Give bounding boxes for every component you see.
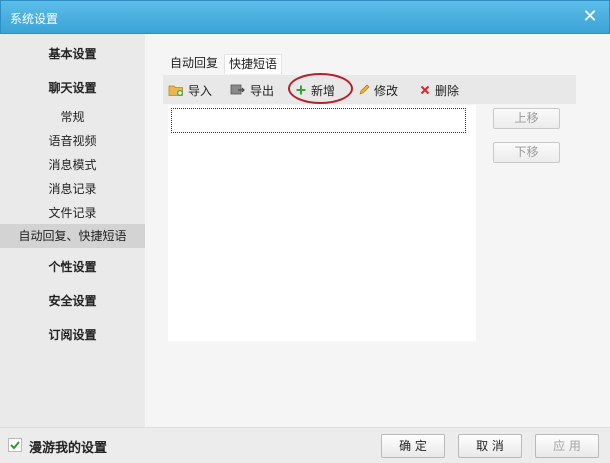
sidebar-item-general[interactable]: 常规 [0, 108, 145, 125]
sidebar-item-file-history[interactable]: 文件记录 [0, 204, 145, 221]
pencil-icon [358, 84, 370, 96]
edit-label: 修改 [374, 83, 399, 98]
checkmark-icon [10, 441, 20, 450]
sidebar-item-security[interactable]: 安全设置 [0, 292, 145, 309]
export-label: 导出 [250, 83, 275, 98]
sidebar-item-auto-reply[interactable]: 自动回复、快捷短语 [0, 224, 145, 248]
sidebar-item-chat[interactable]: 聊天设置 [0, 79, 145, 96]
add-button[interactable]: 新增 [295, 81, 335, 99]
plus-icon [295, 84, 307, 96]
sidebar-item-subscribe[interactable]: 订阅设置 [0, 326, 145, 343]
window-title: 系统设置 [10, 12, 59, 26]
tab-auto-reply[interactable]: 自动回复 [166, 54, 222, 74]
move-down-button[interactable]: 下移 [493, 142, 560, 163]
phrase-edit-field[interactable] [171, 108, 466, 133]
import-label: 导入 [188, 83, 213, 98]
delete-x-icon [419, 84, 431, 96]
import-button[interactable]: 导入 [168, 81, 212, 99]
footer: 漫游我的设置 确 定 取 消 应 用 [0, 427, 610, 463]
title-bar: 系统设置 ✕ [0, 0, 610, 34]
add-label: 新增 [311, 83, 336, 98]
phrase-list[interactable] [168, 105, 476, 341]
sidebar-item-message-history[interactable]: 消息记录 [0, 180, 145, 197]
delete-label: 删除 [435, 83, 460, 98]
delete-button[interactable]: 删除 [419, 81, 459, 99]
export-icon [230, 83, 246, 97]
roam-settings-label: 漫游我的设置 [29, 441, 108, 456]
apply-button[interactable]: 应 用 [535, 434, 599, 458]
move-up-button[interactable]: 上移 [493, 108, 560, 129]
edit-button[interactable]: 修改 [358, 81, 398, 99]
sidebar-item-personal[interactable]: 个性设置 [0, 258, 145, 275]
folder-import-icon [168, 83, 184, 97]
cancel-button[interactable]: 取 消 [458, 434, 522, 458]
tab-quick-phrases[interactable]: 快捷短语 [224, 54, 283, 74]
export-button[interactable]: 导出 [230, 81, 274, 99]
ok-button[interactable]: 确 定 [381, 434, 445, 458]
roam-settings-checkbox[interactable] [8, 438, 22, 452]
sidebar-item-voice-video[interactable]: 语音视频 [0, 132, 145, 149]
sidebar-item-basic[interactable]: 基本设置 [0, 45, 145, 62]
sidebar-item-message-mode[interactable]: 消息模式 [0, 156, 145, 173]
close-icon[interactable]: ✕ [581, 6, 599, 28]
